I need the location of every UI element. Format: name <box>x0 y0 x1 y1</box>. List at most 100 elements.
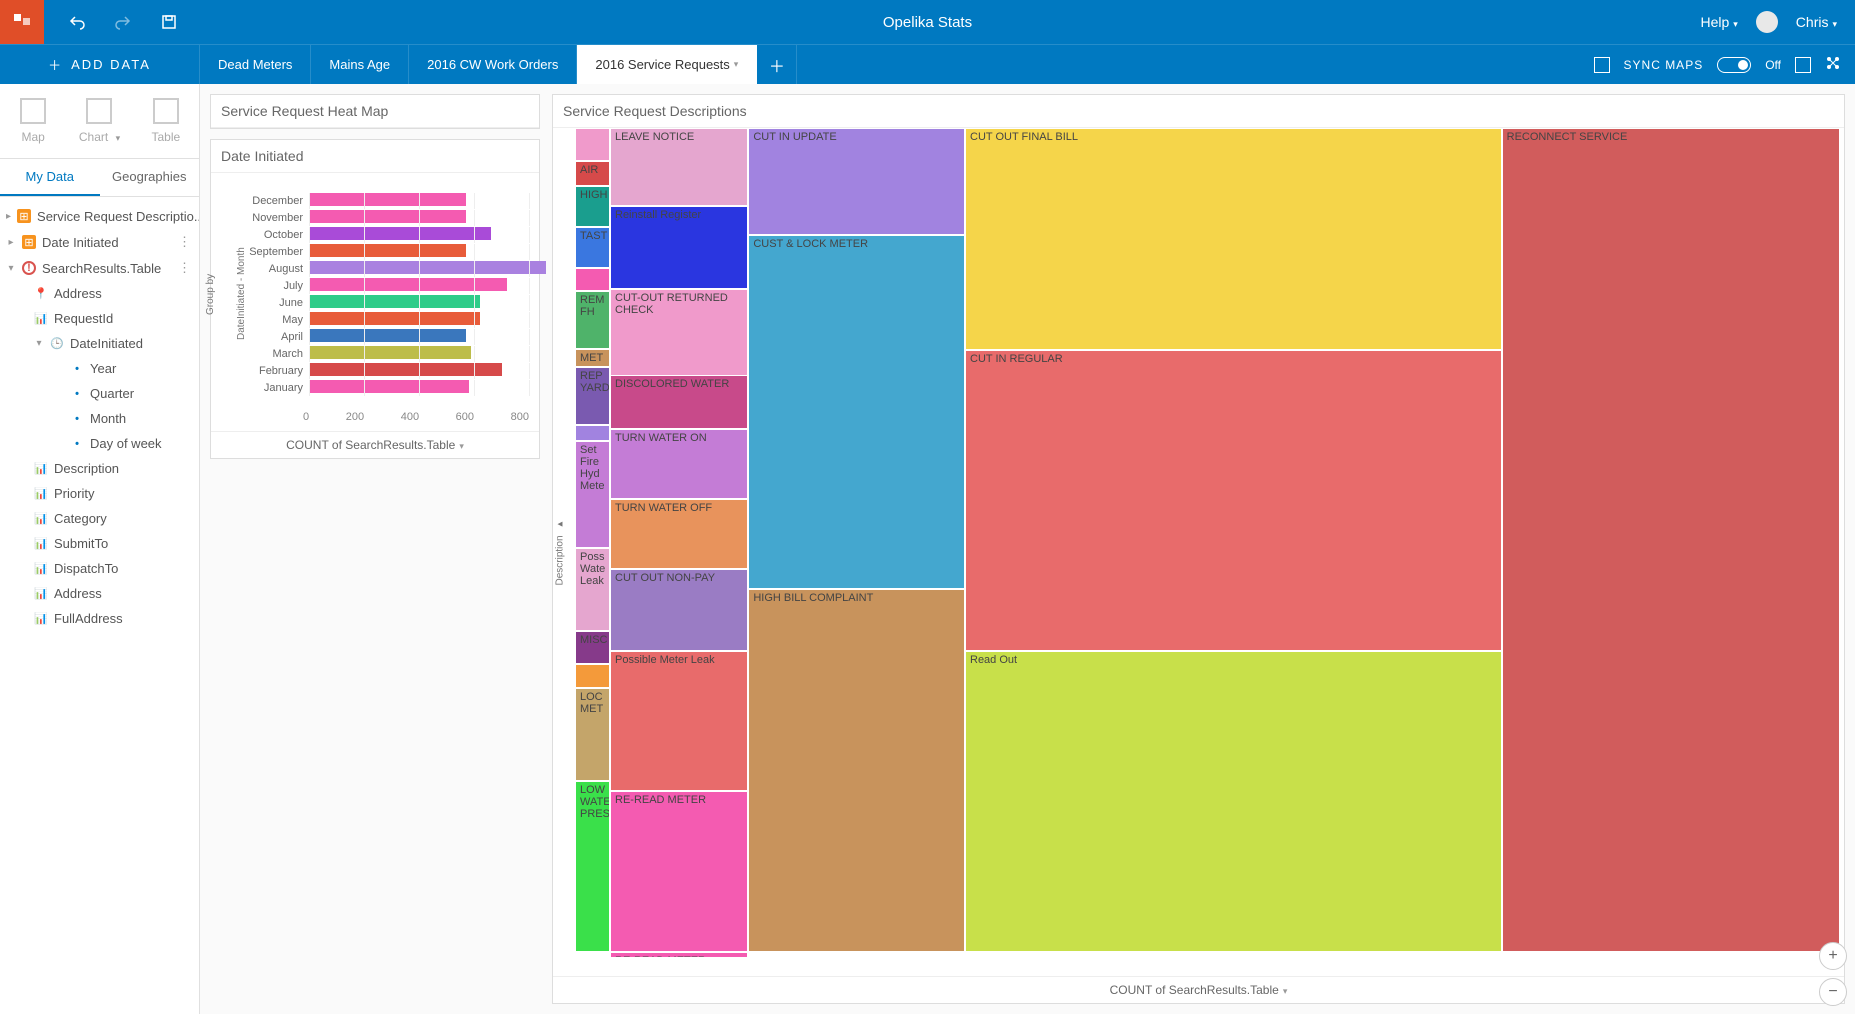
tree-dateinitiated[interactable]: ▾🕒DateInitiated <box>0 331 199 356</box>
treemap-cell[interactable]: LEAVE NOTICE <box>610 128 748 206</box>
tree-date-initiated[interactable]: ▸⊞Date Initiated⋮ <box>0 229 199 255</box>
layout-icon[interactable] <box>1594 57 1610 73</box>
add-tab-button[interactable]: ＋ <box>757 45 797 84</box>
user-menu[interactable]: Chris▾ <box>1796 14 1837 30</box>
treemap-cell[interactable]: Poss Wate Leak <box>575 548 610 630</box>
treemap-cell[interactable]: AIR <box>575 161 610 186</box>
tab-cw-work-orders[interactable]: 2016 CW Work Orders <box>409 45 577 84</box>
treemap-cell[interactable]: CUT IN UPDATE <box>748 128 965 235</box>
tree-address[interactable]: 📍Address <box>0 281 199 306</box>
bar-row[interactable]: September <box>239 244 529 260</box>
treemap-cell[interactable]: MET <box>575 349 610 367</box>
top-right: Help▾ Chris▾ <box>1700 11 1855 33</box>
treemap-cell[interactable]: Set Fire Hyd Mete <box>575 441 610 548</box>
barchart-footer[interactable]: COUNT of SearchResults.Table▾ <box>211 431 539 458</box>
treemap-cell[interactable]: DISCOLORED WATER <box>610 375 748 429</box>
tree-search-table[interactable]: ▾!SearchResults.Table⋮ <box>0 255 199 281</box>
canvas-zoom-out[interactable]: − <box>1819 978 1847 1006</box>
treemap-cell[interactable]: HIGH <box>575 186 610 227</box>
bar-row[interactable]: April <box>239 329 529 345</box>
tab-my-data[interactable]: My Data <box>0 159 100 196</box>
bar-row[interactable]: March <box>239 346 529 362</box>
treemap-cell[interactable]: LOC MET <box>575 688 610 780</box>
avatar[interactable] <box>1756 11 1778 33</box>
tree-sr-desc[interactable]: ▸⊞Service Request Descriptio...⋮ <box>0 203 199 229</box>
treemap-cell[interactable]: TAST <box>575 227 610 268</box>
treemap-cell[interactable]: RE-READ METER <box>610 791 748 952</box>
treemap-cell[interactable]: MISC <box>575 631 610 664</box>
treemap-cell[interactable]: REM FH <box>575 291 610 349</box>
help-link[interactable]: Help▾ <box>1700 14 1737 30</box>
tree-dispatchto[interactable]: 📊DispatchTo <box>0 556 199 581</box>
bar-row[interactable]: December <box>239 193 529 209</box>
bar-label: November <box>239 212 309 224</box>
sync-maps-toggle[interactable] <box>1717 57 1751 73</box>
bar-label: September <box>239 246 309 258</box>
bar-row[interactable]: February <box>239 363 529 379</box>
save-icon[interactable] <box>160 13 178 31</box>
treemap-cell[interactable]: RECONNECT SERVICE <box>1502 128 1840 952</box>
pin-icon: 📍 <box>34 287 48 301</box>
tree-quarter[interactable]: •Quarter <box>0 381 199 406</box>
treemap-title: Service Request Descriptions <box>553 95 1844 128</box>
treemap-cell[interactable] <box>575 425 610 441</box>
bar-row[interactable]: July <box>239 278 529 294</box>
tab-dead-meters[interactable]: Dead Meters <box>200 45 311 84</box>
treemap-cell[interactable]: CUST & LOCK METER <box>748 235 965 589</box>
bar-row[interactable]: May <box>239 312 529 328</box>
barchart-side-controls[interactable]: DateInitiated - Month Group by <box>219 183 233 405</box>
bar-row[interactable]: October <box>239 227 529 243</box>
treemap-cell[interactable] <box>575 664 610 689</box>
tree-year[interactable]: •Year <box>0 356 199 381</box>
bar-row[interactable]: August <box>239 261 529 277</box>
treemap-cell[interactable]: LOW WATE PRES <box>575 781 610 952</box>
treemap-cell[interactable]: RE-READ METER <box>610 952 748 958</box>
bar-row[interactable]: June <box>239 295 529 311</box>
tree-requestid[interactable]: 📊RequestId <box>0 306 199 331</box>
mode-table[interactable]: Table <box>133 84 199 158</box>
treemap-cell[interactable]: CUT OUT NON-PAY <box>610 569 748 651</box>
treemap-cell[interactable]: CUT OUT FINAL BILL <box>965 128 1502 350</box>
bar-icon: 📊 <box>34 487 48 501</box>
bar-rows[interactable]: DecemberNovemberOctoberSeptemberAugustJu… <box>239 183 529 405</box>
more-icon[interactable]: ⋮ <box>178 260 191 276</box>
sync-maps-label: SYNC MAPS <box>1624 58 1704 72</box>
treemap-cell[interactable]: TURN WATER OFF <box>610 499 748 569</box>
canvas-zoom-in[interactable]: + <box>1819 942 1847 970</box>
treemap-cell[interactable] <box>575 128 610 161</box>
treemap-cell[interactable]: Possible Meter Leak <box>610 651 748 791</box>
redo-icon[interactable] <box>114 13 132 31</box>
tree-fulladdress[interactable]: 📊FullAddress <box>0 606 199 631</box>
treemap-cell[interactable]: REP YARD <box>575 367 610 425</box>
add-data-button[interactable]: ＋ ADD DATA <box>0 45 200 84</box>
tree-description[interactable]: 📊Description <box>0 456 199 481</box>
bar-icon: 📊 <box>34 312 48 326</box>
mode-chart[interactable]: Chart ▾ <box>66 84 132 158</box>
tree-category[interactable]: 📊Category <box>0 506 199 531</box>
toggle-label: Off <box>1765 58 1781 72</box>
link-icon[interactable] <box>1825 55 1841 74</box>
grid-icon[interactable] <box>1795 57 1811 73</box>
tab-mains-age[interactable]: Mains Age <box>311 45 409 84</box>
tree-submitto[interactable]: 📊SubmitTo <box>0 531 199 556</box>
bar-row[interactable]: November <box>239 210 529 226</box>
bar-row[interactable]: January <box>239 380 529 396</box>
treemap-cell[interactable]: Read Out <box>965 651 1502 952</box>
undo-icon[interactable] <box>68 13 86 31</box>
tree-address2[interactable]: 📊Address <box>0 581 199 606</box>
treemap-cell[interactable]: CUT IN REGULAR <box>965 350 1502 651</box>
treemap-cell[interactable]: HIGH BILL COMPLAINT <box>748 589 965 952</box>
tree-priority[interactable]: 📊Priority <box>0 481 199 506</box>
tab-service-requests[interactable]: 2016 Service Requests▾ <box>577 45 757 84</box>
treemap-cell[interactable]: Reinstall Register <box>610 206 748 288</box>
treemap-footer[interactable]: COUNT of SearchResults.Table▾ <box>553 976 1844 1003</box>
treemap-cell[interactable] <box>575 268 610 291</box>
tab-geographies[interactable]: Geographies <box>100 159 200 196</box>
mode-map[interactable]: Map <box>0 84 66 158</box>
tree-month[interactable]: •Month <box>0 406 199 431</box>
tree-dow[interactable]: •Day of week <box>0 431 199 456</box>
treemap-body[interactable]: Description▸ RECONNECT SERVICECUT OUT FI… <box>553 128 1844 976</box>
more-icon[interactable]: ⋮ <box>178 234 191 250</box>
canvas-zoom: + − <box>1819 942 1847 1006</box>
treemap-cell[interactable]: TURN WATER ON <box>610 429 748 499</box>
